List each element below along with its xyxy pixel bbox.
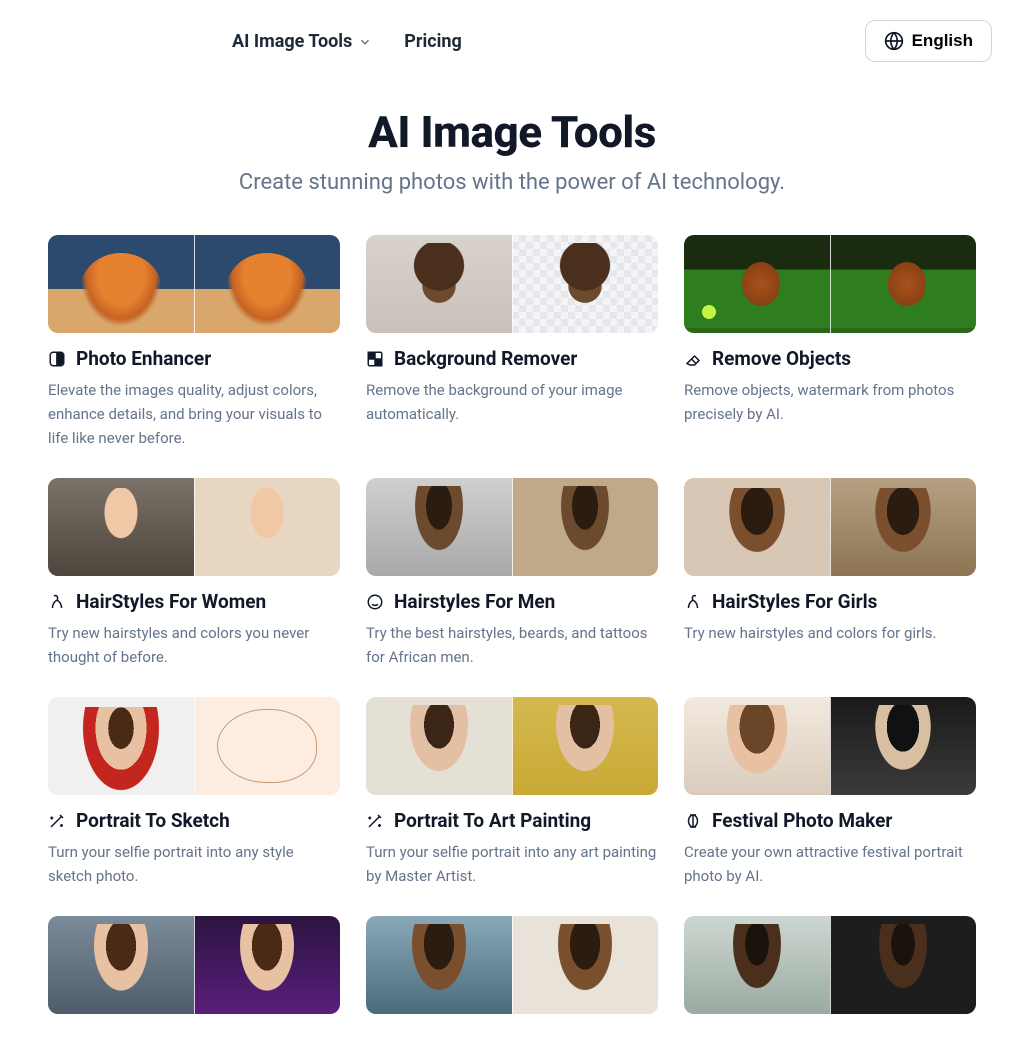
card-desc: Try new hairstyles and colors you never … (48, 621, 340, 669)
card-thumbnail (48, 235, 340, 333)
card-title: HairStyles For Girls (712, 590, 877, 613)
card-background-remover[interactable]: Background Remover Remove the background… (366, 235, 658, 450)
card-thumbnail (48, 697, 340, 795)
card-thumbnail (366, 478, 658, 576)
tool-grid: Photo Enhancer Elevate the images qualit… (0, 235, 1024, 1054)
card-title: Festival Photo Maker (712, 809, 892, 832)
card-title: Portrait To Sketch (76, 809, 230, 832)
wand-icon (366, 812, 384, 830)
card-desc: Try new hairstyles and colors for girls. (684, 621, 976, 645)
card-title: Hairstyles For Men (394, 590, 555, 613)
card-hairstyles-girls[interactable]: HairStyles For Girls Try new hairstyles … (684, 478, 976, 669)
card-portrait-to-sketch[interactable]: Portrait To Sketch Turn your selfie port… (48, 697, 340, 888)
card-thumbnail (48, 478, 340, 576)
card-thumbnail (684, 478, 976, 576)
card-thumbnail (366, 235, 658, 333)
eraser-icon (684, 350, 702, 368)
card-desc: Elevate the images quality, adjust color… (48, 378, 340, 450)
nav-ai-image-tools[interactable]: AI Image Tools (232, 31, 372, 52)
card-partial-3[interactable] (684, 916, 976, 1014)
globe-icon (884, 31, 904, 51)
contrast-icon (48, 350, 66, 368)
card-thumbnail (684, 235, 976, 333)
card-festival-photo-maker[interactable]: Festival Photo Maker Create your own att… (684, 697, 976, 888)
card-title: Portrait To Art Painting (394, 809, 591, 832)
hair-icon (684, 593, 702, 611)
language-label: English (912, 31, 973, 51)
card-portrait-to-art[interactable]: Portrait To Art Painting Turn your selfi… (366, 697, 658, 888)
card-hairstyles-men[interactable]: Hairstyles For Men Try the best hairstyl… (366, 478, 658, 669)
card-thumbnail (48, 916, 340, 1014)
page-title: AI Image Tools (0, 106, 1024, 158)
language-selector[interactable]: English (865, 20, 992, 62)
wand-icon (48, 812, 66, 830)
checker-icon (366, 350, 384, 368)
card-title: Remove Objects (712, 347, 851, 370)
lantern-icon (684, 812, 702, 830)
nav-pricing[interactable]: Pricing (404, 31, 461, 52)
card-photo-enhancer[interactable]: Photo Enhancer Elevate the images qualit… (48, 235, 340, 450)
card-desc: Create your own attractive festival port… (684, 840, 976, 888)
hero-section: AI Image Tools Create stunning photos wi… (0, 82, 1024, 235)
card-partial-2[interactable] (366, 916, 658, 1014)
card-thumbnail (684, 697, 976, 795)
card-thumbnail (366, 697, 658, 795)
card-thumbnail (684, 916, 976, 1014)
card-hairstyles-women[interactable]: HairStyles For Women Try new hairstyles … (48, 478, 340, 669)
card-desc: Remove the background of your image auto… (366, 378, 658, 426)
card-desc: Remove objects, watermark from photos pr… (684, 378, 976, 426)
card-title: Background Remover (394, 347, 577, 370)
card-title: HairStyles For Women (76, 590, 266, 613)
chevron-down-icon (358, 35, 372, 49)
top-navbar: AI Image Tools Pricing English (0, 0, 1024, 82)
card-desc: Turn your selfie portrait into any style… (48, 840, 340, 888)
face-icon (366, 593, 384, 611)
nav-ai-image-tools-label: AI Image Tools (232, 31, 352, 52)
page-subtitle: Create stunning photos with the power of… (0, 170, 1024, 195)
card-desc: Try the best hairstyles, beards, and tat… (366, 621, 658, 669)
primary-nav: AI Image Tools Pricing (232, 31, 462, 52)
card-remove-objects[interactable]: Remove Objects Remove objects, watermark… (684, 235, 976, 450)
card-desc: Turn your selfie portrait into any art p… (366, 840, 658, 888)
hair-icon (48, 593, 66, 611)
card-thumbnail (366, 916, 658, 1014)
card-partial-1[interactable] (48, 916, 340, 1014)
card-title: Photo Enhancer (76, 347, 211, 370)
nav-pricing-label: Pricing (404, 31, 461, 52)
